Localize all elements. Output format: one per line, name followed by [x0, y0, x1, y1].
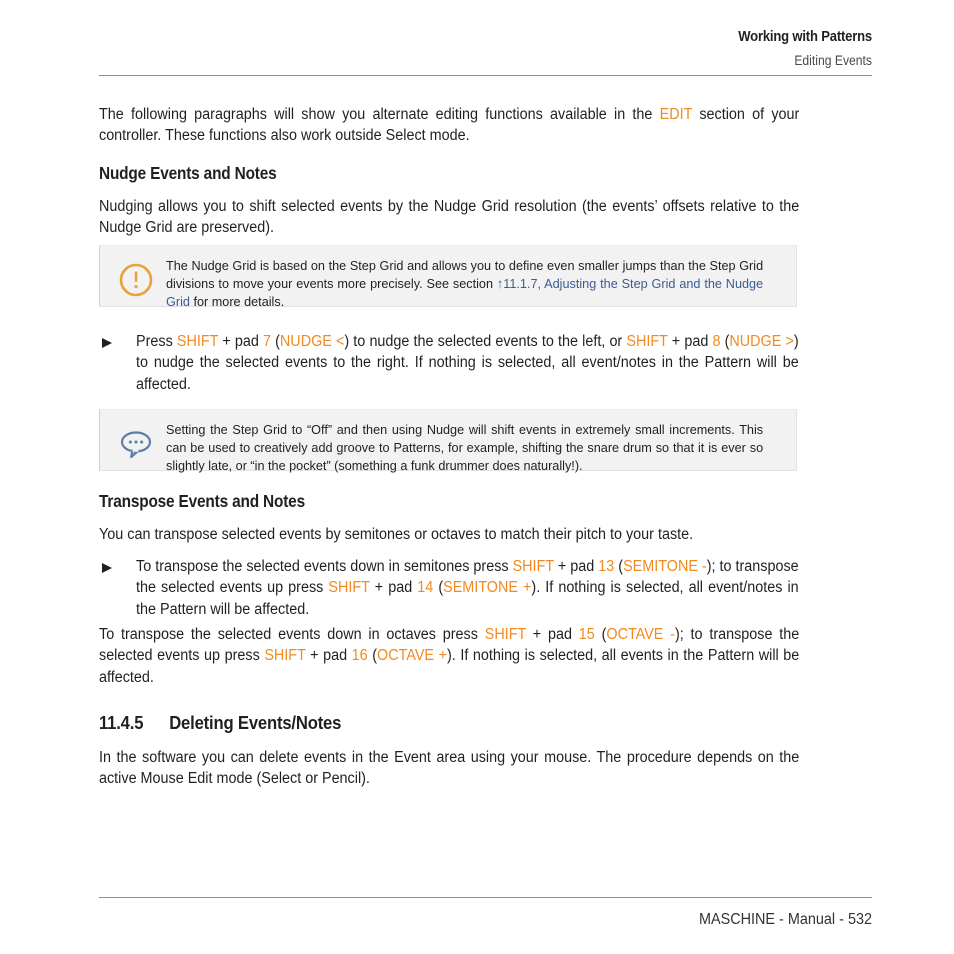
octave-paragraph: To transpose the selected events down in… [99, 624, 799, 688]
transpose-t5: + pad [369, 579, 418, 597]
transpose-t6: ( [433, 579, 444, 597]
octave-key-shift-1: SHIFT [484, 626, 527, 643]
octave-key-shift-2: SHIFT [264, 647, 306, 665]
speech-bubble-icon [114, 422, 158, 466]
octave-pad-15: 15 [578, 626, 595, 643]
tip-callout-text: Setting the Step Grid to “Off” and then … [166, 422, 764, 473]
section-number: 11.4.5 [99, 712, 144, 733]
footer-text: MASCHINE - Manual - 532 [698, 911, 872, 928]
nudge-t6: ( [720, 333, 730, 350]
triangle-bullet-icon [100, 561, 116, 577]
note-callout-text: The Nudge Grid is based on the Step Grid… [166, 246, 763, 323]
transpose-t2: + pad [553, 558, 599, 575]
octave-t2: + pad [526, 626, 579, 643]
header-subtitle: Editing Events [794, 53, 872, 68]
nudge-t4: ) to nudge the selected events to the le… [344, 333, 627, 350]
document-page: Working with Patterns Editing Events The… [0, 0, 954, 954]
nudge-paragraph: Nudging allows you to shift selected eve… [99, 198, 800, 237]
tip-callout: Setting the Step Grid to “Off” and then … [99, 409, 797, 473]
transpose-key-shift-1: SHIFT [512, 558, 554, 575]
nudge-t1: Press [136, 333, 177, 350]
octave-label-octave-up: OCTAVE + [377, 647, 447, 665]
intro-text-before: The following paragraphs will show you a… [99, 106, 660, 123]
transpose-pad-13: 13 [598, 558, 615, 575]
note-callout: The Nudge Grid is based on the Step Grid… [99, 245, 797, 309]
octave-t1: To transpose the selected events down in… [99, 626, 485, 643]
heading-transpose-events-and-notes: Transpose Events and Notes [99, 491, 305, 511]
octave-t5: + pad [305, 647, 352, 665]
heading-deleting-events-notes: 11.4.5 Deleting Events/Notes [99, 712, 341, 734]
triangle-bullet-icon [100, 336, 116, 352]
nudge-key-shift-2: SHIFT [626, 333, 668, 350]
transpose-paragraph: You can transpose selected events by sem… [99, 526, 694, 543]
nudge-label-right: NUDGE > [729, 333, 794, 350]
header-title: Working with Patterns [738, 29, 872, 45]
transpose-key-shift-2: SHIFT [328, 579, 370, 597]
nudge-pad-7: 7 [262, 333, 271, 350]
octave-t6: ( [367, 647, 378, 665]
intro-edit-keyword: EDIT [659, 106, 693, 123]
transpose-pad-14: 14 [417, 579, 434, 597]
transpose-t1: To transpose the selected events down in… [136, 558, 513, 575]
octave-pad-16: 16 [351, 647, 368, 665]
octave-label-octave-down: OCTAVE - [606, 626, 675, 643]
nudge-t2: + pad [218, 333, 263, 350]
nudge-pad-8: 8 [712, 333, 721, 350]
transpose-instruction: To transpose the selected events down in… [136, 556, 799, 620]
heading-nudge-events-and-notes: Nudge Events and Notes [99, 163, 277, 183]
octave-t3: ( [594, 626, 607, 643]
note-text-part2: for more details. [189, 294, 285, 309]
footer-divider [99, 897, 872, 898]
exclamation-circle-icon [114, 258, 158, 302]
header-divider [99, 75, 872, 76]
deleting-paragraph: In the software you can delete events in… [99, 749, 800, 788]
nudge-label-left: NUDGE < [279, 333, 345, 350]
nudge-t3: ( [270, 333, 280, 350]
nudge-key-shift-1: SHIFT [176, 333, 219, 350]
nudge-instruction: Press SHIFT + pad 7 (NUDGE <) to nudge t… [136, 331, 799, 395]
nudge-t5: + pad [667, 333, 713, 350]
transpose-label-semitone-up: SEMITONE + [443, 579, 532, 597]
transpose-label-semitone-down: SEMITONE - [623, 558, 707, 575]
transpose-t3: ( [614, 558, 624, 575]
section-title: Deleting Events/Notes [169, 712, 342, 733]
intro-paragraph: The following paragraphs will show you a… [99, 104, 799, 147]
page-header: Working with Patterns Editing Events [99, 28, 872, 69]
